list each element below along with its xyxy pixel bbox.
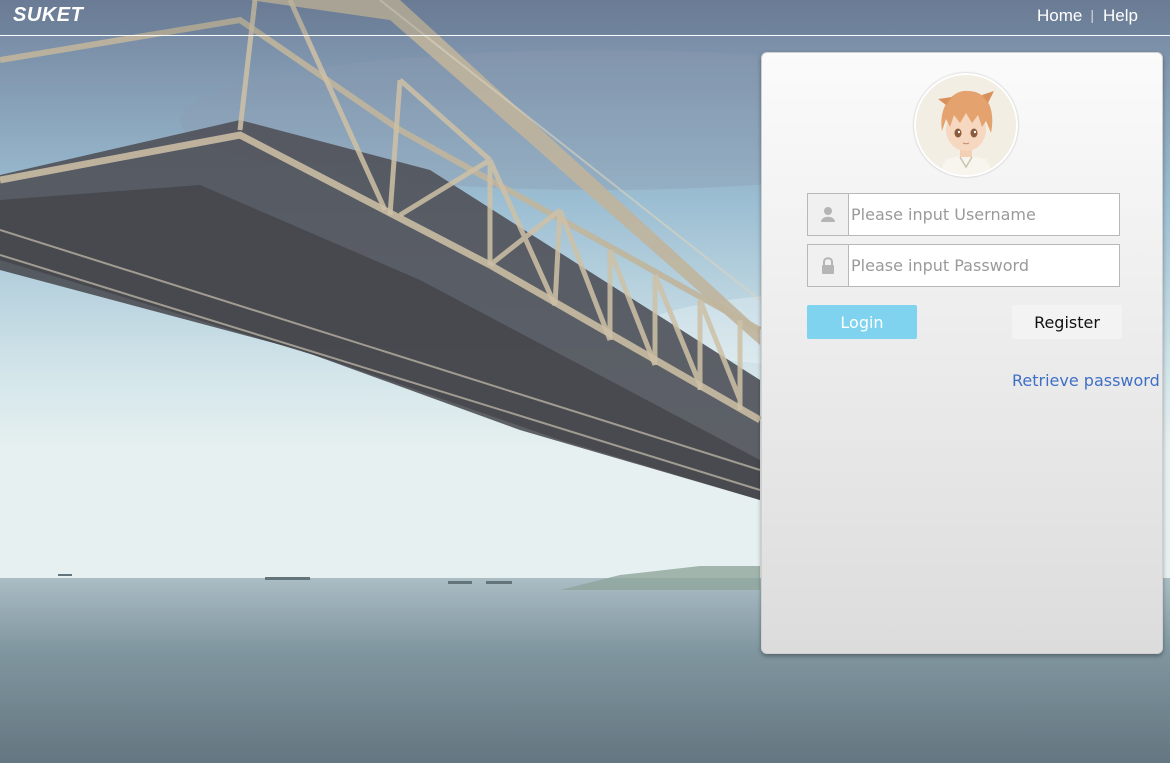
user-icon bbox=[808, 194, 849, 235]
password-field bbox=[807, 244, 1120, 287]
login-panel: Login Register Retrieve password bbox=[761, 52, 1163, 654]
username-field bbox=[807, 193, 1120, 236]
login-button[interactable]: Login bbox=[807, 305, 917, 339]
username-input[interactable] bbox=[849, 194, 1117, 235]
nav-separator: | bbox=[1090, 7, 1095, 23]
top-bar: SUKET Home | Help bbox=[0, 0, 1170, 36]
retrieve-password-link[interactable]: Retrieve password bbox=[1012, 371, 1160, 390]
lock-icon bbox=[808, 245, 849, 286]
register-button[interactable]: Register bbox=[1012, 305, 1122, 339]
password-input[interactable] bbox=[849, 245, 1117, 286]
top-nav: Home | Help bbox=[1037, 6, 1138, 26]
nav-help-link[interactable]: Help bbox=[1103, 6, 1138, 25]
nav-home-link[interactable]: Home bbox=[1037, 6, 1082, 25]
avatar-illustration bbox=[916, 75, 1016, 175]
user-avatar bbox=[914, 73, 1018, 177]
logo[interactable]: SUKET bbox=[13, 4, 83, 27]
